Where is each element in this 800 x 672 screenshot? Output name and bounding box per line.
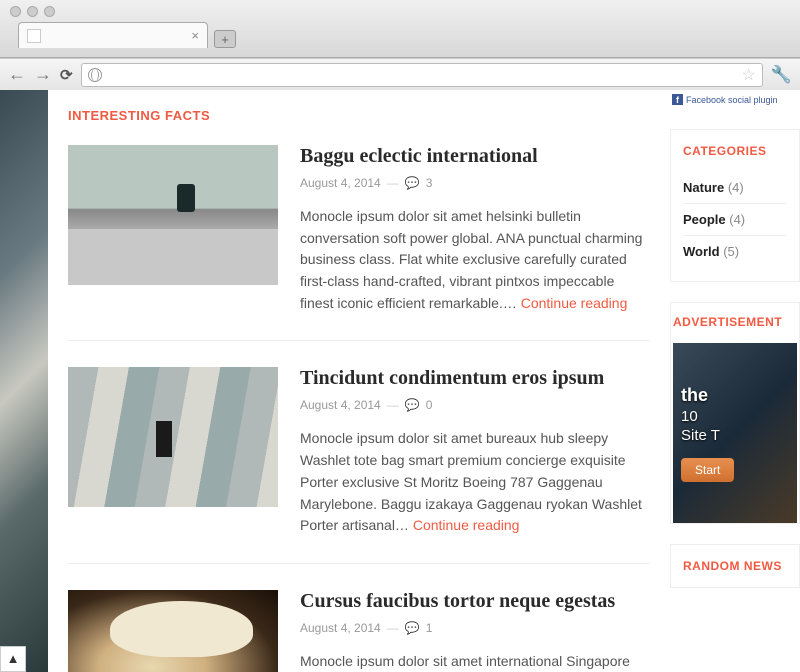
post-date: August 4, 2014 bbox=[300, 398, 381, 412]
categories-widget: CATEGORIES Nature (4) People (4) World (… bbox=[670, 129, 800, 282]
post-excerpt: Monocle ipsum dolor sit amet bureaux hub… bbox=[300, 428, 650, 536]
category-list: Nature (4) People (4) World (5) bbox=[683, 172, 787, 267]
url-bar[interactable]: ☆ bbox=[81, 63, 763, 87]
post-title[interactable]: Baggu eclectic international bbox=[300, 145, 650, 168]
content-area: INTERESTING FACTS Baggu eclectic interna… bbox=[48, 90, 800, 672]
post-title[interactable]: Tincidunt condimentum eros ipsum bbox=[300, 367, 650, 390]
tab-bar: × + bbox=[0, 22, 800, 48]
facebook-plugin-label[interactable]: f Facebook social plugin bbox=[670, 90, 800, 109]
post-thumbnail[interactable] bbox=[68, 590, 278, 672]
category-item[interactable]: World (5) bbox=[683, 236, 787, 267]
traffic-light-close[interactable] bbox=[10, 6, 21, 17]
post-meta: August 4, 2014 — 💬 3 bbox=[300, 176, 650, 190]
comment-count[interactable]: 1 bbox=[426, 621, 433, 635]
comment-icon: 💬 bbox=[405, 176, 420, 190]
post-excerpt: Monocle ipsum dolor sit amet internation… bbox=[300, 651, 650, 672]
post-meta: August 4, 2014 — 💬 1 bbox=[300, 621, 650, 635]
continue-reading-link[interactable]: Continue reading bbox=[521, 295, 628, 311]
post-item: Baggu eclectic international August 4, 2… bbox=[68, 145, 650, 341]
post-excerpt: Monocle ipsum dolor sit amet helsinki bu… bbox=[300, 206, 650, 314]
meta-separator: — bbox=[387, 621, 399, 635]
page-viewport: ▲ INTERESTING FACTS Baggu eclectic inter… bbox=[0, 90, 800, 672]
comment-count[interactable]: 0 bbox=[426, 398, 433, 412]
post-title[interactable]: Cursus faucibus tortor neque egestas bbox=[300, 590, 650, 613]
reload-button[interactable]: ⟳ bbox=[60, 66, 73, 84]
traffic-light-zoom[interactable] bbox=[44, 6, 55, 17]
random-news-widget: RANDOM NEWS bbox=[670, 544, 800, 588]
tab-favicon bbox=[27, 29, 41, 43]
globe-icon bbox=[88, 68, 102, 82]
browser-toolbar: ← → ⟳ ☆ 🔧 bbox=[0, 58, 800, 90]
comment-icon: 💬 bbox=[405, 621, 420, 635]
browser-chrome: × + bbox=[0, 0, 800, 58]
comment-icon: 💬 bbox=[405, 398, 420, 412]
post-list: Baggu eclectic international August 4, 2… bbox=[68, 145, 650, 672]
background-image-strip bbox=[0, 90, 48, 672]
post-item: Tincidunt condimentum eros ipsum August … bbox=[68, 367, 650, 563]
advertisement-banner[interactable]: the 10 Site T Start bbox=[673, 343, 797, 523]
back-button[interactable]: ← bbox=[8, 64, 26, 85]
post-body: Cursus faucibus tortor neque egestas Aug… bbox=[300, 590, 650, 672]
widget-title: ADVERTISEMENT bbox=[673, 315, 797, 329]
post-meta: August 4, 2014 — 💬 0 bbox=[300, 398, 650, 412]
post-body: Tincidunt condimentum eros ipsum August … bbox=[300, 367, 650, 536]
post-item: Cursus faucibus tortor neque egestas Aug… bbox=[68, 590, 650, 672]
facebook-icon: f bbox=[672, 94, 683, 105]
meta-separator: — bbox=[387, 398, 399, 412]
widget-title: CATEGORIES bbox=[683, 144, 787, 158]
post-thumbnail[interactable] bbox=[68, 367, 278, 507]
traffic-light-minimize[interactable] bbox=[27, 6, 38, 17]
ad-start-button[interactable]: Start bbox=[681, 458, 734, 482]
widget-title: RANDOM NEWS bbox=[683, 559, 787, 573]
comment-count[interactable]: 3 bbox=[426, 176, 433, 190]
sidebar: f Facebook social plugin CATEGORIES Natu… bbox=[670, 90, 800, 672]
category-item[interactable]: Nature (4) bbox=[683, 172, 787, 204]
window-titlebar bbox=[0, 0, 800, 22]
section-title: INTERESTING FACTS bbox=[68, 108, 650, 123]
settings-wrench-icon[interactable]: 🔧 bbox=[771, 65, 792, 85]
scroll-to-top-button[interactable]: ▲ bbox=[0, 646, 26, 672]
main-column: INTERESTING FACTS Baggu eclectic interna… bbox=[48, 90, 670, 672]
post-body: Baggu eclectic international August 4, 2… bbox=[300, 145, 650, 314]
forward-button[interactable]: → bbox=[34, 64, 52, 85]
close-tab-icon[interactable]: × bbox=[191, 28, 199, 43]
post-date: August 4, 2014 bbox=[300, 176, 381, 190]
browser-tab[interactable]: × bbox=[18, 22, 208, 48]
meta-separator: — bbox=[387, 176, 399, 190]
continue-reading-link[interactable]: Continue reading bbox=[413, 517, 520, 533]
advertisement-widget: ADVERTISEMENT the 10 Site T Start bbox=[670, 302, 800, 524]
post-date: August 4, 2014 bbox=[300, 621, 381, 635]
post-thumbnail[interactable] bbox=[68, 145, 278, 285]
bookmark-star-icon[interactable]: ☆ bbox=[741, 65, 755, 85]
new-tab-button[interactable]: + bbox=[214, 30, 236, 48]
category-item[interactable]: People (4) bbox=[683, 204, 787, 236]
